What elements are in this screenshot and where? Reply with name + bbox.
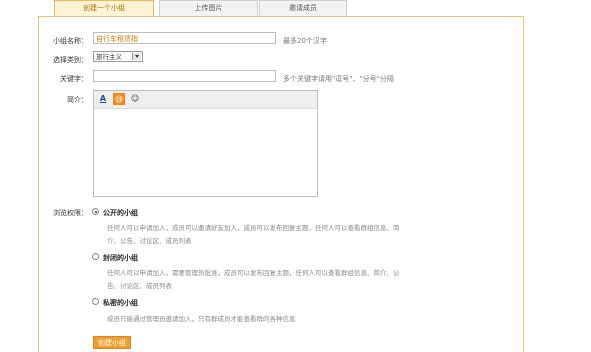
create-group-button[interactable]: 创建小组 — [93, 336, 131, 349]
tab-bar: 创建一个小组 上传图片 邀请成员 — [54, 0, 524, 16]
group-name-label: 小组名称： — [53, 37, 88, 45]
group-name-hint: 最多20个汉字 — [283, 37, 327, 45]
option-public-label: 公开的小组 — [103, 209, 138, 217]
option-private-desc: 成员只能通过管理员邀请加入，只有群成员才能查看群的各种信息 — [107, 315, 296, 323]
tab-invite-members[interactable]: 邀请成员 — [259, 0, 347, 16]
font-color-icon[interactable]: A — [97, 93, 109, 105]
category-select[interactable]: 旅行主义 — [93, 51, 143, 62]
radio-closed-group[interactable] — [92, 253, 99, 260]
radio-public-group[interactable] — [92, 208, 99, 215]
chevron-down-icon — [132, 53, 141, 60]
at-icon[interactable]: @ — [113, 93, 125, 105]
group-name-input[interactable]: 自行车租赁指 — [93, 32, 276, 44]
emoticon-icon[interactable]: ☺ — [129, 93, 141, 105]
privacy-label: 浏览权限： — [53, 209, 88, 217]
radio-private-group[interactable] — [92, 298, 99, 305]
intro-editor[interactable]: A @ ☺ — [93, 90, 318, 197]
tab-create-group[interactable]: 创建一个小组 — [54, 0, 154, 16]
keywords-label: 关键字： — [60, 75, 88, 83]
option-closed-desc: 任何人可以申请加入，需要管理员批准，成员可以发布回复主题，任何人可以查看群组信息… — [107, 269, 400, 290]
tab-upload-image[interactable]: 上传图片 — [159, 0, 258, 16]
option-public-desc: 任何人可以申请加入，成员可以邀请好友加入，成员可以发布回复主题，任何人可以查看群… — [107, 224, 400, 245]
option-private-label: 私密的小组 — [103, 299, 138, 307]
category-label: 选择类别： — [53, 56, 88, 64]
intro-label: 简介： — [67, 96, 88, 104]
category-selected-value: 旅行主义 — [96, 53, 122, 61]
keywords-hint: 多个关键字请用"逗号"、"分号"分隔 — [283, 75, 394, 83]
keywords-input[interactable] — [93, 70, 276, 82]
editor-toolbar: A @ ☺ — [94, 91, 317, 109]
option-closed-label: 封闭的小组 — [103, 254, 138, 262]
